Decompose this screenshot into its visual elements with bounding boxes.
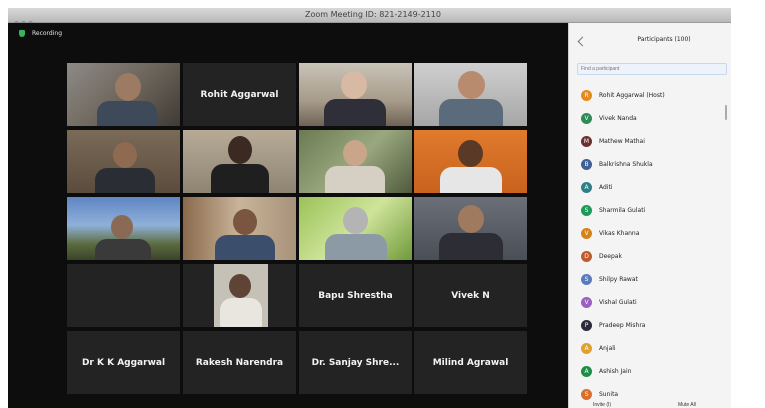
video-tile-5[interactable]: [67, 130, 180, 193]
participant-row[interactable]: A Ashish Jain: [569, 360, 731, 383]
window-controls: [14, 11, 36, 26]
participant-row[interactable]: B Balkrishna Shukla: [569, 153, 731, 176]
video-tile-14[interactable]: [183, 264, 296, 327]
participant-name: Pradeep Mishra: [599, 322, 646, 329]
tile-name: Dr K K Aggarwal: [81, 357, 166, 368]
chevron-down-icon[interactable]: [577, 36, 588, 47]
participant-row[interactable]: R Rohit Aggarwal (Host): [569, 84, 731, 107]
tile-name: [183, 264, 296, 327]
tile-name: Vivek N: [451, 290, 490, 301]
participant-row[interactable]: A Anjali: [569, 337, 731, 360]
avatar: A: [581, 366, 592, 377]
tile-name: [299, 63, 412, 126]
meeting-status-label: Recording: [32, 30, 63, 37]
video-tile-12[interactable]: [414, 197, 527, 260]
video-tile-11[interactable]: [299, 197, 412, 260]
video-tile-6[interactable]: [183, 130, 296, 193]
sidebar-scrollbar[interactable]: [725, 105, 727, 120]
video-tile-8[interactable]: [414, 130, 527, 193]
participant-name: Ashish Jain: [599, 368, 632, 375]
tile-name: [183, 197, 296, 260]
video-tile-18[interactable]: Rakesh Narendra: [183, 331, 296, 394]
video-tile-16[interactable]: Vivek N: [414, 264, 527, 327]
window-titlebar: Zoom Meeting ID: 821-2149-2110: [8, 8, 731, 26]
video-tile-17[interactable]: Dr K K Aggarwal: [67, 331, 180, 394]
participant-row[interactable]: V Vivek Nanda: [569, 107, 731, 130]
zoom-window: Zoom Meeting ID: 821-2149-2110 Recording…: [8, 8, 731, 408]
tile-name: [299, 197, 412, 260]
tile-name: [67, 130, 180, 193]
avatar: S: [581, 389, 592, 400]
video-tile-3[interactable]: [299, 63, 412, 126]
video-tile-7[interactable]: [299, 130, 412, 193]
participant-name: Sharmila Gulati: [599, 207, 646, 214]
participant-name: Aditi: [599, 184, 613, 191]
participant-name: Vishal Gulati: [599, 299, 637, 306]
participant-name: Sunita: [599, 391, 619, 398]
tile-name: [299, 130, 412, 193]
video-tile-15[interactable]: Bapu Shrestha: [299, 264, 412, 327]
tile-name: Bapu Shrestha: [318, 290, 393, 301]
video-tile-1[interactable]: [67, 63, 180, 126]
participant-list: R Rohit Aggarwal (Host) V Vivek Nanda M Mathe…: [569, 84, 731, 402]
avatar: A: [581, 182, 592, 193]
participant-name: Rohit Aggarwal (Host): [599, 92, 665, 99]
avatar: V: [581, 297, 592, 308]
tile-name: [183, 130, 296, 193]
participant-search-input[interactable]: [577, 63, 727, 75]
video-tile-9[interactable]: [67, 197, 180, 260]
avatar: M: [581, 136, 592, 147]
tile-name: [414, 130, 527, 193]
participant-row[interactable]: V Vishal Gulati: [569, 291, 731, 314]
avatar: R: [581, 90, 592, 101]
tile-name: Milind Agrawal: [432, 357, 509, 368]
video-tile-20[interactable]: Milind Agrawal: [414, 331, 527, 394]
avatar: B: [581, 159, 592, 170]
tile-name: Rakesh Narendra: [195, 357, 284, 368]
video-tile-13[interactable]: [67, 264, 180, 327]
tile-name: [67, 197, 180, 260]
participant-name: Mathew Mathai: [599, 138, 645, 145]
video-tile-4[interactable]: [414, 63, 527, 126]
avatar: S: [581, 205, 592, 216]
participants-title: Participants (100): [637, 36, 691, 43]
window-title: Zoom Meeting ID: 821-2149-2110: [305, 10, 441, 19]
participants-footer: Invite (I) Mute All: [569, 402, 731, 408]
avatar: V: [581, 113, 592, 124]
participant-name: Vivek Nanda: [599, 115, 637, 122]
tile-name: [67, 63, 180, 126]
video-tile-2[interactable]: Rohit Aggarwal: [183, 63, 296, 126]
invite-button[interactable]: Invite (I): [593, 402, 611, 408]
tile-name: [414, 197, 527, 260]
avatar: S: [581, 274, 592, 285]
tile-name: Rohit Aggarwal: [200, 89, 279, 100]
participant-name: Shilpy Rawat: [599, 276, 638, 283]
participant-row[interactable]: M Mathew Mathai: [569, 130, 731, 153]
participant-row[interactable]: D Deepak: [569, 245, 731, 268]
mute-all-button[interactable]: Mute All: [678, 402, 696, 408]
avatar: A: [581, 343, 592, 354]
participant-name: Deepak: [599, 253, 622, 260]
participant-row[interactable]: S Sunita: [569, 383, 731, 402]
participant-name: Anjali: [599, 345, 616, 352]
participant-row[interactable]: S Sharmila Gulati: [569, 199, 731, 222]
video-grid: Recording Rohit Aggarwal Bapu Shrestha V…: [8, 23, 568, 408]
participant-name: Balkrishna Shukla: [599, 161, 653, 168]
security-shield-icon[interactable]: [19, 30, 25, 37]
video-tile-19[interactable]: Dr. Sanjay Shre...: [299, 331, 412, 394]
participant-row[interactable]: A Aditi: [569, 176, 731, 199]
avatar: P: [581, 320, 592, 331]
tile-name: Dr. Sanjay Shre...: [311, 357, 400, 368]
video-tile-10[interactable]: [183, 197, 296, 260]
participant-row[interactable]: P Pradeep Mishra: [569, 314, 731, 337]
avatar: V: [581, 228, 592, 239]
participant-row[interactable]: V Vikas Khanna: [569, 222, 731, 245]
participants-panel: Participants (100) R Rohit Aggarwal (Host…: [568, 23, 731, 408]
tile-name: [414, 63, 527, 126]
avatar: D: [581, 251, 592, 262]
participant-row[interactable]: S Shilpy Rawat: [569, 268, 731, 291]
participant-name: Vikas Khanna: [599, 230, 640, 237]
tile-name: [67, 264, 180, 327]
